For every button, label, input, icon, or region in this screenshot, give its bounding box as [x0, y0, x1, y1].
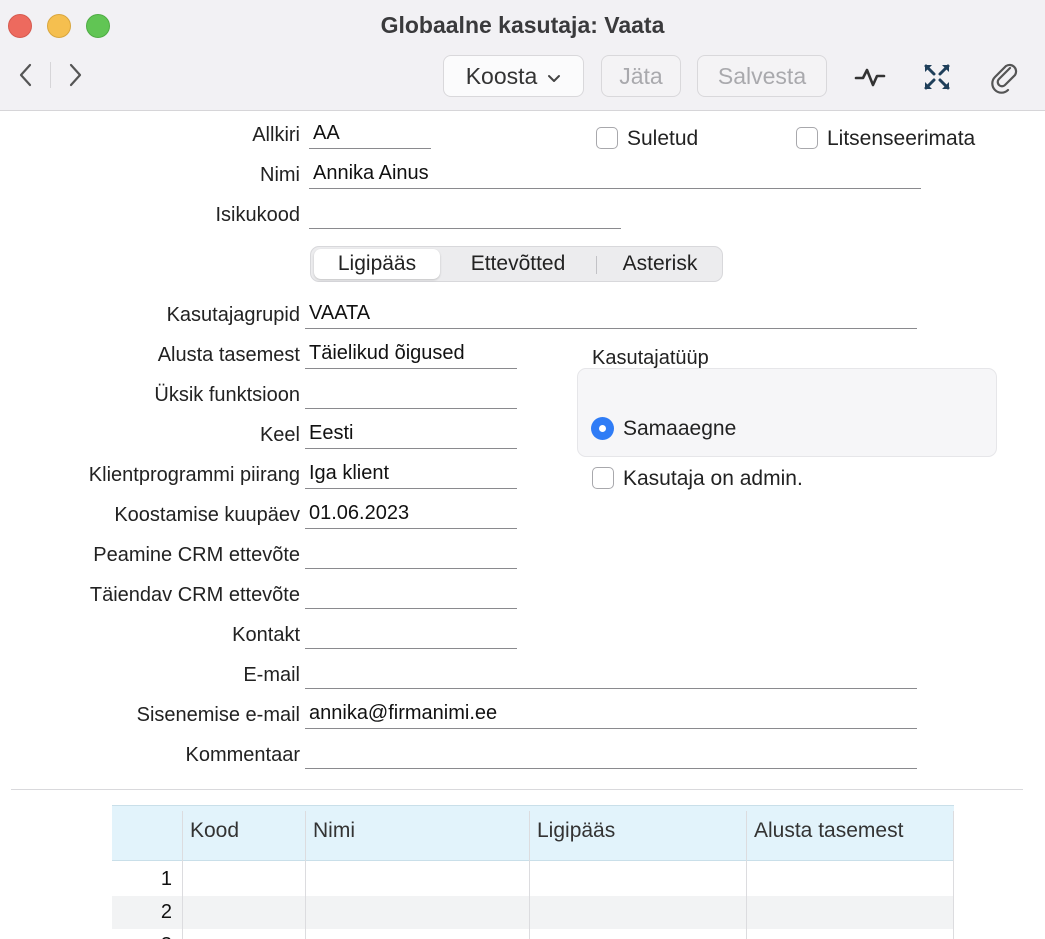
- main-crm-field[interactable]: [305, 541, 517, 569]
- email-label: E-mail: [243, 664, 300, 686]
- start-level-label: Alusta tasemest: [157, 344, 300, 366]
- back-button[interactable]: [14, 60, 38, 90]
- signature-label: Allkiri: [252, 124, 300, 146]
- concurrent-radio[interactable]: [591, 417, 614, 440]
- login-email-field[interactable]: annika@firmanimi.ee: [305, 701, 917, 729]
- client-limit-field[interactable]: Iga klient: [305, 461, 517, 489]
- language-field[interactable]: Eesti: [305, 421, 517, 449]
- created-date-field[interactable]: 01.06.2023: [305, 501, 517, 529]
- comment-label: Kommentaar: [185, 744, 301, 766]
- personal-code-field[interactable]: [309, 201, 621, 229]
- user-type-group: [577, 368, 997, 457]
- admin-checkbox[interactable]: [592, 467, 614, 489]
- extra-crm-label: Täiendav CRM ettevõte: [89, 584, 300, 606]
- save-button[interactable]: Salvesta: [697, 55, 827, 97]
- user-type-title: Kasutajatüüp: [592, 347, 709, 369]
- language-label: Keel: [259, 424, 300, 446]
- concurrent-label: Samaaegne: [623, 417, 737, 440]
- tab-companies[interactable]: Ettevõtted: [445, 249, 591, 279]
- window-toolbar: Globaalne kasutaja: Vaata Koosta Jäta Sa…: [0, 0, 1045, 111]
- personal-code-label: Isikukood: [215, 204, 301, 226]
- forward-button[interactable]: [63, 60, 87, 90]
- chevron-down-icon: [547, 63, 561, 90]
- grid-column-divider: [182, 811, 183, 939]
- chevron-left-icon: [19, 63, 32, 87]
- create-menu-button[interactable]: Koosta: [443, 55, 584, 97]
- single-function-label: Üksik funktsioon: [154, 384, 300, 406]
- create-menu-label: Koosta: [465, 62, 538, 89]
- closed-checkbox[interactable]: [596, 127, 618, 149]
- email-field[interactable]: [305, 661, 917, 689]
- table-row[interactable]: 3: [112, 929, 954, 939]
- grid-header-start-level[interactable]: Alusta tasemest: [754, 819, 903, 843]
- name-field[interactable]: Annika Ainus: [309, 161, 921, 189]
- expand-icon[interactable]: [920, 60, 954, 94]
- admin-label: Kasutaja on admin.: [623, 467, 803, 490]
- grid-column-divider: [953, 811, 954, 939]
- signature-field[interactable]: AA: [309, 121, 431, 149]
- created-date-label: Koostamise kuupäev: [114, 504, 300, 526]
- paperclip-icon[interactable]: [988, 60, 1022, 94]
- comment-field[interactable]: [305, 741, 917, 769]
- grid-header-code[interactable]: Kood: [190, 819, 239, 843]
- unlicensed-label: Litsenseerimata: [827, 127, 976, 150]
- table-row[interactable]: 1: [112, 863, 954, 896]
- name-label: Nimi: [260, 164, 300, 186]
- grid-header-name[interactable]: Nimi: [313, 819, 355, 843]
- single-function-field[interactable]: [305, 381, 517, 409]
- section-divider: [11, 789, 1023, 790]
- client-limit-label: Klientprogrammi piirang: [88, 464, 300, 486]
- discard-button[interactable]: Jäta: [601, 55, 681, 97]
- contact-field[interactable]: [305, 621, 517, 649]
- main-crm-label: Peamine CRM ettevõte: [93, 544, 300, 566]
- row-number: 3: [112, 934, 172, 939]
- row-number: 2: [160, 901, 172, 923]
- chevron-right-icon: [69, 63, 82, 87]
- contact-label: Kontakt: [232, 624, 300, 646]
- tab-asterisk[interactable]: Asterisk: [601, 249, 719, 279]
- nav-divider: [50, 62, 51, 88]
- row-number: 1: [160, 868, 172, 890]
- functions-grid[interactable]: Kood Nimi Ligipääs Alusta tasemest 1 2 3: [112, 805, 954, 939]
- unlicensed-checkbox[interactable]: [796, 127, 818, 149]
- grid-column-divider: [305, 811, 306, 939]
- user-groups-label: Kasutajagrupid: [166, 304, 300, 326]
- tab-divider: [596, 256, 597, 274]
- login-email-label: Sisenemise e-mail: [136, 704, 300, 726]
- grid-column-divider: [529, 811, 530, 939]
- activity-icon[interactable]: [853, 60, 887, 94]
- grid-header: Kood Nimi Ligipääs Alusta tasemest: [112, 805, 954, 861]
- tab-access[interactable]: Ligipääs: [314, 249, 440, 279]
- window-title: Globaalne kasutaja: Vaata: [380, 12, 665, 38]
- user-groups-field[interactable]: VAATA: [305, 301, 917, 329]
- grid-header-access[interactable]: Ligipääs: [537, 819, 615, 843]
- tab-bar: Ligipääs Ettevõtted Asterisk: [310, 246, 723, 282]
- extra-crm-field[interactable]: [305, 581, 517, 609]
- table-row[interactable]: 2: [112, 896, 954, 929]
- start-level-field[interactable]: Täielikud õigused: [305, 341, 517, 369]
- closed-label: Suletud: [627, 127, 699, 150]
- grid-column-divider: [746, 811, 747, 939]
